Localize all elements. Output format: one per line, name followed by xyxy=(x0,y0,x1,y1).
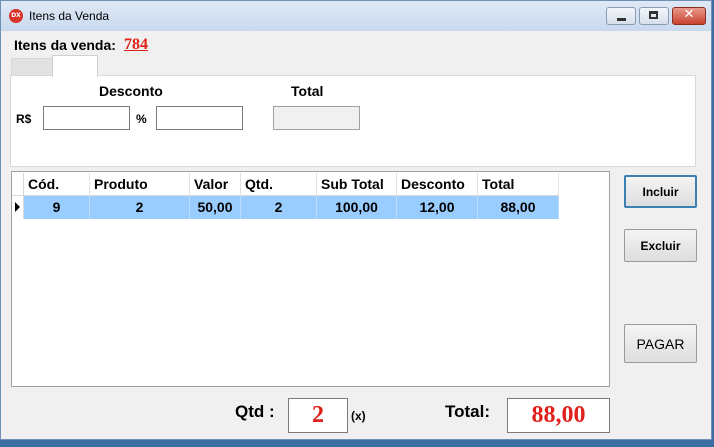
discount-heading: Desconto xyxy=(99,83,163,99)
minimize-icon xyxy=(617,18,626,21)
close-button[interactable]: ✕ xyxy=(672,7,706,25)
cell-desconto[interactable]: 12,00 xyxy=(397,196,478,219)
pagar-button[interactable]: PAGAR xyxy=(624,324,697,363)
maximize-button[interactable] xyxy=(639,7,669,25)
sale-number: 784 xyxy=(124,36,148,53)
window-title: Itens da Venda xyxy=(29,9,110,23)
column-header-desconto[interactable]: Desconto xyxy=(397,173,478,196)
incluir-button[interactable]: Incluir xyxy=(624,175,697,208)
row-pointer-icon xyxy=(15,202,20,212)
tab-2[interactable] xyxy=(52,55,98,77)
grid-header-row: Cód. Produto Valor Qtd. Sub Total Descon… xyxy=(12,173,559,196)
cell-cod[interactable]: 9 xyxy=(24,196,90,219)
percent-label: % xyxy=(136,112,147,126)
discount-total-field xyxy=(273,106,360,130)
cell-total[interactable]: 88,00 xyxy=(478,196,559,219)
current-row-indicator xyxy=(12,196,24,219)
title-bar[interactable]: DX Itens da Venda ✕ xyxy=(1,1,711,31)
cell-subtotal[interactable]: 100,00 xyxy=(317,196,397,219)
tab-1[interactable] xyxy=(11,58,53,75)
column-header-valor[interactable]: Valor xyxy=(190,173,241,196)
cell-qtd[interactable]: 2 xyxy=(241,196,317,219)
cell-produto[interactable]: 2 xyxy=(90,196,190,219)
column-header-subtotal[interactable]: Sub Total xyxy=(317,173,397,196)
column-header-total[interactable]: Total xyxy=(478,173,559,196)
cell-valor[interactable]: 50,00 xyxy=(190,196,241,219)
excluir-button[interactable]: Excluir xyxy=(624,229,697,262)
app-icon: DX xyxy=(9,9,23,23)
table-row[interactable]: 9 2 50,00 2 100,00 12,00 88,00 xyxy=(12,196,559,219)
quantity-label: Qtd : xyxy=(235,402,275,421)
close-icon: ✕ xyxy=(683,7,695,22)
quantity-suffix: (x) xyxy=(351,409,366,423)
grand-total-label: Total: xyxy=(445,402,491,421)
discount-amount-input[interactable] xyxy=(43,106,130,130)
items-grid[interactable]: Cód. Produto Valor Qtd. Sub Total Descon… xyxy=(11,171,610,387)
row-indicator-header xyxy=(12,173,24,196)
minimize-button[interactable] xyxy=(606,7,636,25)
quantity-display: 2 xyxy=(288,398,348,433)
currency-label: R$ xyxy=(16,112,32,126)
discount-percent-input[interactable] xyxy=(156,106,243,130)
grand-total-display: 88,00 xyxy=(507,398,610,433)
column-header-qtd[interactable]: Qtd. xyxy=(241,173,317,196)
column-header-cod[interactable]: Cód. xyxy=(24,173,90,196)
sale-items-label: Itens da venda: xyxy=(14,37,116,53)
total-heading: Total xyxy=(291,83,324,99)
maximize-icon xyxy=(649,11,658,19)
column-header-produto[interactable]: Produto xyxy=(90,173,190,196)
